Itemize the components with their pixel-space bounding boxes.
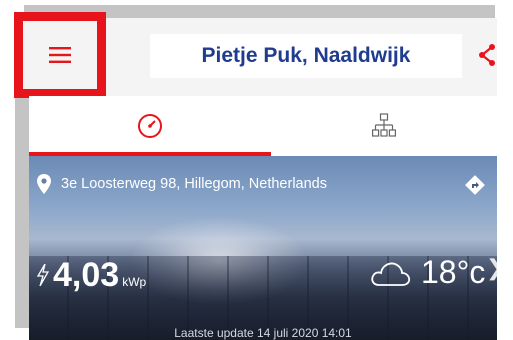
share-button[interactable]	[476, 40, 498, 70]
directions-icon	[465, 175, 485, 195]
tab-structure[interactable]	[271, 96, 497, 156]
hierarchy-icon	[372, 113, 396, 137]
lightning-icon	[37, 264, 49, 286]
power-display: 4,03 kWp	[37, 256, 146, 295]
address-row: 3e Loosterweg 98, Hillegom, Netherlands	[37, 174, 327, 194]
site-hero: 3e Loosterweg 98, Hillegom, Netherlands …	[29, 156, 497, 340]
page-title: Pietje Puk, Naaldwijk	[201, 44, 411, 67]
directions-button[interactable]	[465, 175, 485, 195]
temperature: 18°c	[421, 254, 486, 290]
hamburger-menu-icon	[49, 47, 71, 63]
title-box: Pietje Puk, Naaldwijk	[150, 34, 462, 78]
share-icon	[479, 44, 495, 66]
speedometer-icon	[138, 114, 162, 138]
site-address: 3e Loosterweg 98, Hillegom, Netherlands	[61, 176, 327, 192]
last-update: Laatste update 14 juli 2020 14:01	[174, 326, 352, 340]
power-unit: kWp	[122, 275, 147, 289]
tab-bar	[29, 96, 497, 156]
tab-dashboard[interactable]	[29, 96, 271, 156]
power-value: 4,03	[53, 256, 120, 294]
menu-button[interactable]	[14, 12, 106, 98]
next-arrow-icon[interactable]: ❯	[486, 256, 497, 281]
cloud-icon	[371, 262, 411, 286]
frame-left	[15, 95, 29, 328]
location-pin-icon	[37, 174, 51, 194]
weather-display: 18°c	[369, 254, 485, 291]
